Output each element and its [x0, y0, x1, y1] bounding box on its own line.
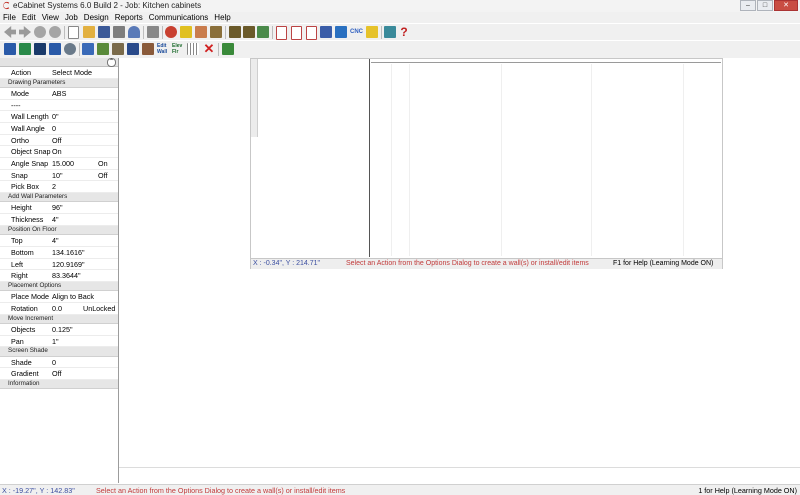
vertical-scrollbar[interactable] [251, 59, 258, 137]
section-drawing-parameters: Drawing Parameters [0, 78, 118, 88]
camera-icon[interactable] [64, 43, 76, 55]
drawing-status-bar: X : -0.34", Y : 214.71" Select an Action… [251, 258, 722, 269]
drawer-icon[interactable] [243, 26, 255, 38]
room-view-icon[interactable] [4, 43, 16, 55]
property-row[interactable]: ---- [0, 100, 118, 112]
section-screen-shade: Screen Shade [0, 347, 118, 357]
design-toolbar: Edit Wall Elev Flr ✕ [0, 40, 800, 59]
property-row[interactable]: Ortho Off [0, 135, 118, 147]
section-move-increment: Move Increment [0, 314, 118, 324]
refresh-icon[interactable] [49, 26, 61, 38]
plan-view-icon[interactable] [34, 43, 46, 55]
color-palette-icon[interactable] [165, 26, 177, 38]
edit-wall-icon[interactable]: Edit Wall [157, 43, 170, 55]
dimension-icon[interactable] [187, 43, 199, 55]
section-add-wall-parameters: Add Wall Parameters [0, 193, 118, 203]
material-icon[interactable] [195, 26, 207, 38]
property-row[interactable]: Gradient Off [0, 368, 118, 380]
save-icon[interactable] [98, 26, 110, 38]
wall-icon[interactable] [82, 43, 94, 55]
property-row[interactable]: Bottom 134.1616" [0, 247, 118, 259]
report-list-icon[interactable] [306, 26, 317, 40]
property-row[interactable]: Mode ABS [0, 88, 118, 100]
menu-design[interactable]: Design [81, 12, 112, 23]
property-row[interactable]: Rotation 0.0 UnLocked [0, 303, 118, 315]
section-position-on-floor: Position On Floor [0, 225, 118, 236]
property-row[interactable]: Angle Snap 15.000 On [0, 158, 118, 170]
menu-edit[interactable]: Edit [19, 12, 39, 23]
property-row[interactable]: Thickness 4" [0, 214, 118, 226]
cutlist-icon[interactable] [320, 26, 332, 38]
property-row-action[interactable]: Action Select Mode [0, 67, 118, 79]
calculator-icon[interactable] [384, 26, 396, 38]
door-icon[interactable] [229, 26, 241, 38]
new-file-icon[interactable] [68, 26, 79, 39]
property-row[interactable]: Wall Length 0" [0, 111, 118, 124]
collapse-icon[interactable]: ⌃ [107, 58, 116, 67]
close-button[interactable]: ✕ [774, 0, 798, 11]
measure-icon[interactable] [222, 43, 234, 55]
menu-bar: File Edit View Job Design Reports Commun… [0, 12, 800, 23]
menu-view[interactable]: View [39, 12, 62, 23]
property-row[interactable]: Right 83.3644" [0, 270, 118, 282]
property-row[interactable]: Top 4" [0, 235, 118, 247]
property-row[interactable]: Object Snap On [0, 146, 118, 159]
section-information: Information [0, 379, 118, 390]
undo-icon[interactable] [128, 26, 140, 38]
menu-file[interactable]: File [0, 12, 19, 23]
app-logo-icon [3, 1, 10, 10]
elevation-view-icon[interactable] [19, 43, 31, 55]
stop-icon[interactable] [34, 26, 46, 38]
minimize-button[interactable]: – [740, 0, 756, 11]
menu-communications[interactable]: Communications [146, 12, 212, 23]
menu-job[interactable]: Job [62, 12, 81, 23]
title-bar: eCabinet Systems 6.0 Build 2 - Job: Kitc… [0, 0, 800, 12]
options-panel-header: ⌃ [0, 58, 118, 67]
property-row[interactable]: Place Mode Align to Back [0, 291, 118, 303]
options-icon[interactable] [147, 26, 159, 38]
drawing-help-hint: F1 for Help (Learning Mode ON) [613, 260, 714, 267]
delete-icon[interactable]: ✕ [203, 42, 215, 55]
export-icon[interactable] [335, 26, 347, 38]
drawing-coordinates: X : -0.34", Y : 214.71" [253, 260, 320, 267]
grid-icon[interactable] [257, 26, 269, 38]
window-title: eCabinet Systems 6.0 Build 2 - Job: Kitc… [13, 1, 202, 10]
report-icon[interactable] [276, 26, 287, 40]
property-row[interactable]: Shade 0 [0, 357, 118, 369]
options-panel: ⌃ Action Select Mode Drawing Parameters … [0, 58, 119, 483]
property-row[interactable]: Snap 10" Off [0, 170, 118, 182]
property-row[interactable]: Left 120.9169" [0, 259, 118, 271]
forward-icon[interactable] [19, 26, 31, 38]
drawing-divider [369, 59, 370, 257]
help-icon[interactable]: ? [398, 26, 410, 38]
property-row[interactable]: Wall Angle 0 [0, 123, 118, 135]
menu-reports[interactable]: Reports [112, 12, 146, 23]
report-preview-icon[interactable] [291, 26, 302, 40]
cabinet-icon[interactable] [210, 26, 222, 38]
workspace: X : -0.34", Y : 214.71" Select an Action… [119, 58, 800, 483]
snap-icon[interactable] [180, 26, 192, 38]
batch-icon[interactable] [366, 26, 378, 38]
drawing-view[interactable]: X : -0.34", Y : 214.71" Select an Action… [250, 58, 723, 269]
property-row[interactable]: Pick Box 2 [0, 181, 118, 194]
edit-floor-icon[interactable]: Elev Flr [172, 43, 185, 55]
print-icon[interactable] [113, 26, 125, 38]
product-icon[interactable] [112, 43, 124, 55]
property-row[interactable]: Objects 0.125" [0, 324, 118, 336]
status-bar: X : -19.27", Y : 142.83" Select an Actio… [0, 484, 800, 495]
wall-line [371, 62, 721, 63]
appliance-icon[interactable] [127, 43, 139, 55]
3d-view-icon[interactable] [49, 43, 61, 55]
accessory-icon[interactable] [142, 43, 154, 55]
menu-help[interactable]: Help [211, 12, 233, 23]
cnc-icon[interactable]: CNC [350, 26, 364, 38]
section-placement-options: Placement Options [0, 281, 118, 292]
property-row[interactable]: Pan 1" [0, 336, 118, 348]
install-icon[interactable] [97, 43, 109, 55]
property-row[interactable]: Height 96" [0, 202, 118, 215]
back-icon[interactable] [4, 26, 16, 38]
open-folder-icon[interactable] [83, 26, 95, 38]
drawing-message: Select an Action from the Options Dialog… [346, 260, 589, 267]
maximize-button[interactable]: □ [757, 0, 773, 11]
